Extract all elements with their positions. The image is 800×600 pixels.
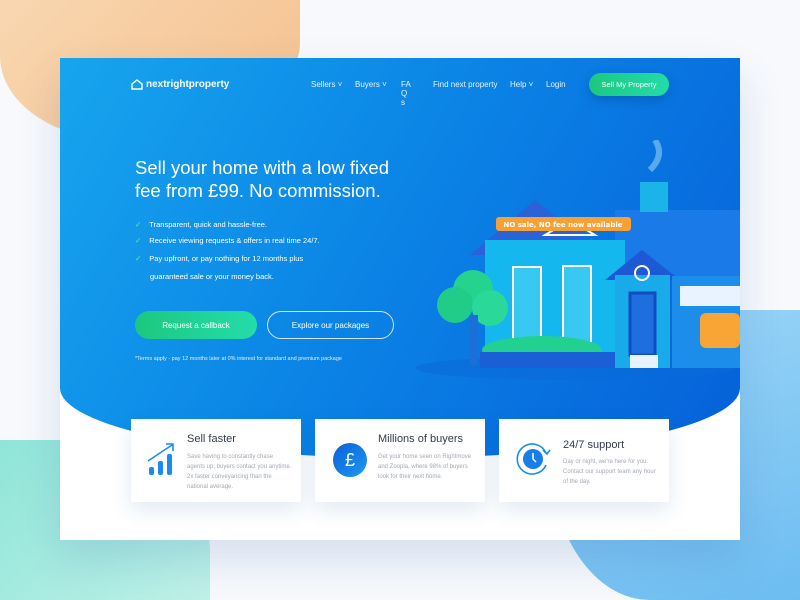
hero-title: Sell your home with a low fixed fee from… bbox=[135, 157, 389, 201]
promo-banner: NO sale, NO fee now available bbox=[504, 221, 623, 229]
bullet-item: ✓ Transparent, quick and hassle-free. bbox=[135, 220, 267, 229]
nav-find-property[interactable]: Find next property bbox=[433, 80, 497, 89]
feature-text: Day or night, we're here for you. Contac… bbox=[563, 459, 656, 485]
check-icon: ✓ bbox=[135, 220, 142, 229]
feature-title: Millions of buyers bbox=[378, 433, 463, 445]
logo[interactable]: nextrightproperty bbox=[131, 79, 229, 90]
feature-text: Save having to constantly chase agents u… bbox=[187, 454, 292, 490]
terms-note: *Terms apply - pay 12 months later at 0%… bbox=[135, 356, 342, 362]
landing-page: nextrightproperty Sellers ˅ Buyers ˅ FAQ… bbox=[60, 58, 740, 540]
feature-card-support: 24/7 support Day or night, we're here fo… bbox=[499, 419, 669, 502]
request-callback-button[interactable]: Request a callback bbox=[135, 311, 257, 339]
feature-title: 24/7 support bbox=[563, 439, 625, 451]
explore-packages-button[interactable]: Explore our packages bbox=[267, 311, 394, 339]
bullet-item-continued: guaranteed sale or your money back. bbox=[150, 272, 274, 281]
feature-text: Get your home seen on Rightmove and Zoop… bbox=[378, 454, 472, 480]
pound-icon: £ bbox=[333, 443, 367, 477]
nav-help[interactable]: Help ˅ bbox=[510, 80, 533, 89]
top-nav: nextrightproperty Sellers ˅ Buyers ˅ FAQ… bbox=[60, 58, 740, 113]
logo-text: nextrightproperty bbox=[146, 79, 230, 90]
bullet-item: ✓ Pay upfront, or pay nothing for 12 mont… bbox=[135, 254, 304, 263]
nav-buyers[interactable]: Buyers ˅ bbox=[355, 80, 387, 89]
feature-card-millions-of-buyers: £ Millions of buyers Get your home seen … bbox=[315, 419, 485, 502]
check-icon: ✓ bbox=[135, 236, 142, 245]
clock-icon bbox=[516, 443, 551, 475]
house-illustration: NO sale, NO fee now available bbox=[415, 140, 740, 380]
feature-title: Sell faster bbox=[187, 433, 236, 445]
bullet-item: ✓ Receive viewing requests & offers in re… bbox=[135, 236, 320, 245]
check-icon: ✓ bbox=[135, 254, 142, 263]
nav-login[interactable]: Login bbox=[546, 80, 566, 89]
nav-faqs[interactable]: FAQs bbox=[401, 80, 411, 107]
sell-my-property-button[interactable]: Sell My Property bbox=[589, 73, 669, 96]
chart-growth-icon bbox=[147, 443, 174, 475]
feature-card-sell-faster: Sell faster Save having to constantly ch… bbox=[131, 419, 301, 502]
nav-sellers[interactable]: Sellers ˅ bbox=[311, 80, 342, 89]
home-icon bbox=[131, 79, 143, 90]
